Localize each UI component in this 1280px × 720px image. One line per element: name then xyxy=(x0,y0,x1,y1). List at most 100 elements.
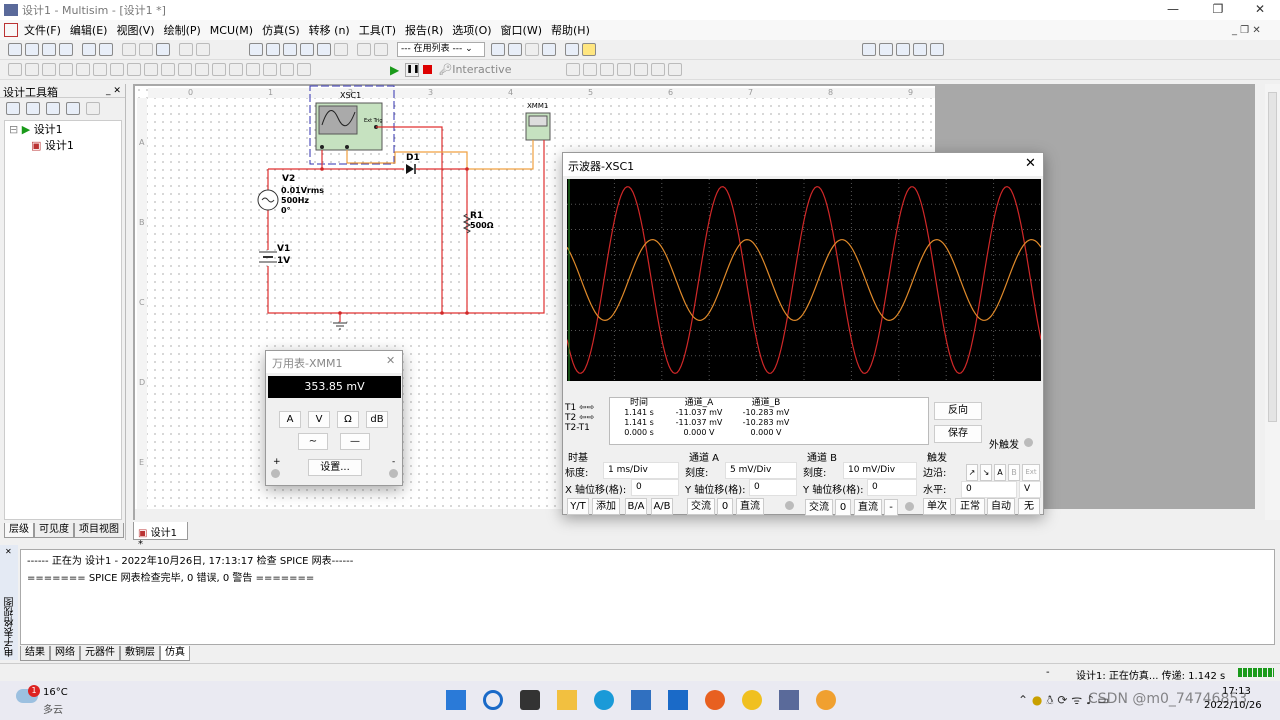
readout-row-t1: 1.141 s-11.037 mV-10.283 mV xyxy=(616,408,796,418)
t2-t1-label: T2-T1 xyxy=(565,423,609,433)
channel-b-invert-button[interactable]: - xyxy=(884,499,898,516)
trigger-level-field[interactable]: 0 xyxy=(961,481,1017,498)
trigger-normal-button[interactable]: 正常 xyxy=(955,498,985,515)
d1-label: D1 xyxy=(406,153,420,163)
rising-edge-button[interactable]: ↗ xyxy=(966,464,978,481)
r1-value: 500Ω xyxy=(470,221,494,230)
t1-cursor[interactable]: T1 ⇦⇨ xyxy=(565,403,609,413)
r1-label: R1 xyxy=(470,211,483,221)
yt-button[interactable]: Y/T xyxy=(567,498,589,515)
multimeter-reading: 353.85 mV xyxy=(268,376,401,398)
trigger-single-button[interactable]: 单次 xyxy=(923,498,951,515)
readout-table: 时间通道_A通道_B 1.141 s-11.037 mV-10.283 mV 1… xyxy=(616,398,796,438)
channel-a-dc-button[interactable]: 直流 xyxy=(736,498,764,515)
multimeter-window: 万用表-XMM1 ✕ 353.85 mV A V Ω dB ∼ — + - 设置… xyxy=(265,350,403,486)
header-channel-b: 通道_B xyxy=(736,398,796,408)
start-icon[interactable] xyxy=(446,690,466,710)
dc-mode-button[interactable]: — xyxy=(340,433,370,450)
tab-copper-layers[interactable]: 敷铜层 xyxy=(120,646,160,661)
qq-music-icon[interactable] xyxy=(742,690,762,710)
minus-terminal[interactable] xyxy=(389,469,398,478)
channel-b-dc-button[interactable]: 直流 xyxy=(854,499,882,516)
channel-b-scale-field[interactable]: 10 mV/Div xyxy=(843,462,917,479)
channel-b-ac-button[interactable]: 交流 xyxy=(805,499,833,516)
ab-button[interactable]: A/B xyxy=(651,498,673,515)
trigger-b-button[interactable]: B xyxy=(1008,464,1020,481)
channel-b-zero-button[interactable]: 0 xyxy=(835,499,851,516)
channel-b-ypos-label: Y 轴位移(格): xyxy=(803,481,863,496)
diode-d1[interactable] xyxy=(406,164,415,174)
panel-close-icon[interactable]: ✕ xyxy=(5,547,12,556)
oscilloscope-close-button[interactable]: ✕ xyxy=(1025,156,1036,171)
spreadsheet-view-sidebar: ✕ 电子表格视图 xyxy=(0,545,18,660)
readout-row-t2-t1: 0.000 s0.000 V0.000 V xyxy=(616,428,796,438)
simulation-status: 设计1: 正在仿真... 传递: 1.142 s xyxy=(1076,667,1225,682)
multimeter-close-button[interactable]: ✕ xyxy=(386,354,395,367)
channel-b-ypos-field[interactable]: 0 xyxy=(867,479,917,496)
multimeter-title: 万用表-XMM1 xyxy=(266,351,402,373)
edge-icon[interactable] xyxy=(594,690,614,710)
file-explorer-icon[interactable] xyxy=(557,690,577,710)
save-button[interactable]: 保存 xyxy=(934,425,982,443)
tab-components[interactable]: 元器件 xyxy=(80,646,120,661)
db-button[interactable]: dB xyxy=(366,411,388,428)
taskbar: 1 16°C 多云 ⌃ ● 🐧︎ ⟳ ᯤ ♪ ▭ 17:13 2022/10/2… xyxy=(0,681,1280,720)
search-icon[interactable] xyxy=(483,690,503,710)
battery-v1[interactable] xyxy=(259,252,277,262)
mail-icon[interactable] xyxy=(668,690,688,710)
multimeter-xmm1[interactable] xyxy=(526,113,550,140)
trigger-level-unit[interactable]: V xyxy=(1019,481,1041,498)
tab-design1[interactable]: ▣ 设计1 * xyxy=(133,522,188,540)
channel-a-ac-button[interactable]: 交流 xyxy=(687,498,715,515)
channel-a-zero-button[interactable]: 0 xyxy=(717,498,733,515)
output-log: ------ 正在为 设计1 - 2022年10月26日, 17:13:17 检… xyxy=(20,549,1275,645)
timebase-title: 时基 xyxy=(568,449,588,464)
audio-app-icon[interactable] xyxy=(816,690,836,710)
add-button[interactable]: 添加 xyxy=(592,498,620,515)
task-view-icon[interactable] xyxy=(520,690,540,710)
trigger-edge-label: 边沿: xyxy=(923,464,946,479)
weather-desc: 多云 xyxy=(43,701,63,716)
trigger-a-button[interactable]: A xyxy=(994,464,1006,481)
reverse-button[interactable]: 反向 xyxy=(934,402,982,420)
timebase-scale-field[interactable]: 1 ms/Div xyxy=(603,462,679,479)
channel-b-terminal[interactable] xyxy=(905,502,914,511)
tab-results[interactable]: 结果 xyxy=(20,646,50,661)
ba-button[interactable]: B/A xyxy=(625,498,647,515)
x-position-field[interactable]: 0 xyxy=(631,479,679,496)
t2-cursor[interactable]: T2 ⇦⇨ xyxy=(565,413,609,423)
cursor-controls: T1 ⇦⇨ T2 ⇦⇨ T2-T1 xyxy=(565,399,609,445)
timebase-scale-label: 标度: xyxy=(565,464,588,479)
ac-mode-button[interactable]: ∼ xyxy=(298,433,328,450)
falling-edge-button[interactable]: ↘ xyxy=(980,464,992,481)
oscilloscope-window: 示波器-XSC1 ✕ T1 ⇦⇨ T2 ⇦⇨ T2-T1 时间通道_A通道_B … xyxy=(562,152,1044,515)
channel-a-scale-label: 刻度: xyxy=(685,464,708,479)
ohm-button[interactable]: Ω xyxy=(337,411,359,428)
trigger-ext-button[interactable]: Ext xyxy=(1022,464,1040,481)
ext-trigger-terminal[interactable] xyxy=(1024,438,1033,447)
channel-a-terminal[interactable] xyxy=(785,501,794,510)
ac-source-v2[interactable] xyxy=(258,190,278,210)
plus-terminal[interactable] xyxy=(271,469,280,478)
settings-button[interactable]: 设置... xyxy=(308,459,362,476)
trigger-auto-button[interactable]: 自动 xyxy=(987,498,1015,515)
store-icon[interactable] xyxy=(631,690,651,710)
header-time: 时间 xyxy=(616,398,662,408)
minus-terminal-label: - xyxy=(392,457,395,467)
taskbar-apps xyxy=(446,690,836,710)
tab-simulation[interactable]: 仿真 xyxy=(160,646,190,661)
tab-nets[interactable]: 网络 xyxy=(50,646,80,661)
trigger-none-button[interactable]: 无 xyxy=(1018,498,1040,515)
channel-a-ypos-label: Y 轴位移(格): xyxy=(685,481,745,496)
volt-button[interactable]: V xyxy=(308,411,330,428)
firefox-icon[interactable] xyxy=(705,690,725,710)
channel-a-scale-field[interactable]: 5 mV/Div xyxy=(725,462,797,479)
amp-button[interactable]: A xyxy=(279,411,301,428)
weather-badge: 1 xyxy=(28,685,40,697)
x-position-label: X 轴位移(格): xyxy=(565,481,626,496)
oscilloscope-screen[interactable] xyxy=(567,179,1041,381)
channel-a-ypos-field[interactable]: 0 xyxy=(749,479,797,496)
spreadsheet-view-label: 电子表格视图 xyxy=(3,597,18,657)
multisim-icon[interactable] xyxy=(779,690,799,710)
watermark: CSDN @m0_74746853 xyxy=(1088,691,1247,707)
